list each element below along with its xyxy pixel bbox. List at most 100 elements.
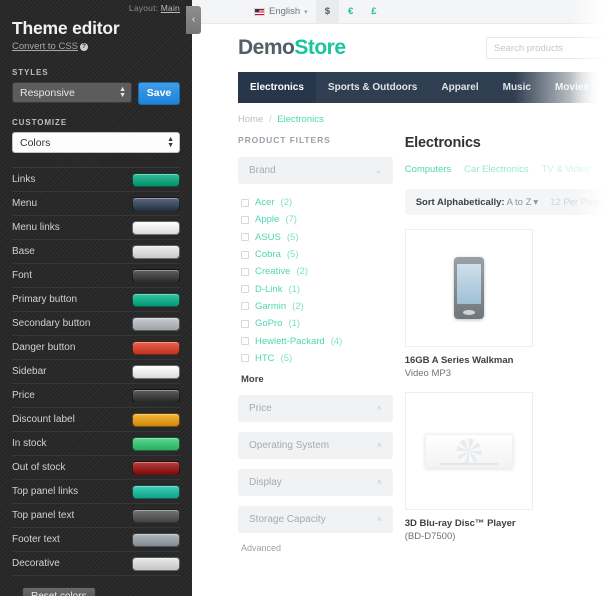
color-swatch[interactable] — [132, 268, 180, 283]
search-input[interactable]: Search products — [486, 37, 614, 59]
color-swatch[interactable] — [132, 172, 180, 187]
filter-section-operating-system[interactable]: Operating System ˄ — [238, 431, 393, 459]
store-logo[interactable]: DemoStore — [238, 36, 346, 60]
checkbox-icon[interactable] — [241, 354, 249, 363]
product-card[interactable]: 3D Blu-ray Disc™ Player (BD-D7500) — [404, 392, 614, 543]
currency-option[interactable]: £ — [362, 0, 385, 23]
brand-filter-item[interactable]: D-Link (1) — [241, 280, 393, 297]
product-filters-heading: PRODUCT FILTERS — [238, 135, 331, 145]
per-page-selector[interactable]: 12 Per Page — [550, 197, 603, 208]
chevron-down-icon: ▾ — [304, 8, 308, 16]
nav-item-movies-tv[interactable]: Movies & TV — [543, 72, 614, 103]
brand-filter-item[interactable]: HTC (5) — [241, 350, 393, 367]
nav-item-sports-outdoors[interactable]: Sports & Outdoors — [316, 72, 429, 103]
save-button[interactable]: Save — [138, 82, 180, 105]
color-swatch[interactable] — [132, 292, 180, 307]
chevron-up-icon: ˄ — [377, 477, 382, 487]
customize-select[interactable]: Colors ▲ ▼ — [12, 132, 180, 153]
color-setting-row: Font — [12, 264, 180, 288]
checkbox-icon[interactable] — [241, 285, 249, 294]
color-swatch[interactable] — [132, 412, 180, 427]
brand-more-link[interactable]: More — [241, 374, 393, 385]
style-select[interactable]: Responsive ▲ ▼ — [12, 82, 132, 103]
filter-section-display[interactable]: Display ˄ — [238, 468, 393, 496]
color-setting-label: Top panel text — [12, 510, 75, 521]
color-swatch[interactable] — [132, 436, 180, 451]
nav-item-apparel[interactable]: Apparel — [429, 72, 490, 103]
advanced-filters-link[interactable]: Advanced — [241, 543, 393, 553]
breadcrumb-current[interactable]: Electronics — [277, 114, 323, 125]
sort-label: Sort Alphabetically: — [415, 196, 505, 208]
checkbox-icon[interactable] — [241, 198, 249, 207]
brand-count: (4) — [330, 335, 343, 347]
color-setting-row: Top panel text — [12, 504, 180, 528]
brand-filter-item[interactable]: Creative (2) — [241, 263, 393, 280]
color-setting-label: Secondary button — [12, 318, 91, 329]
checkbox-icon[interactable] — [241, 215, 249, 224]
color-swatch[interactable] — [132, 460, 180, 475]
brand-name: Apple — [255, 214, 280, 226]
brand-filter-item[interactable]: ASUS (5) — [241, 229, 393, 246]
reset-colors-button[interactable]: Reset colors — [22, 587, 96, 596]
color-swatch[interactable] — [132, 388, 180, 403]
subcategory-tab[interactable]: TV & Video — [542, 164, 590, 175]
theme-editor-screen: Layout: Main Theme editor Convert to CSS… — [0, 0, 614, 596]
brand-filter-item[interactable]: Cobra (5) — [241, 246, 393, 263]
store-header: DemoStore Search products — [192, 24, 614, 72]
color-swatch[interactable] — [132, 196, 180, 211]
color-swatch[interactable] — [132, 508, 180, 523]
breadcrumb-separator: / — [268, 114, 272, 125]
convert-to-css-row: Convert to CSS? — [12, 41, 180, 52]
filter-section-label: Operating System — [249, 439, 330, 451]
brand-name: GoPro — [255, 318, 283, 330]
color-setting-row: Danger button — [12, 336, 180, 360]
checkbox-icon[interactable] — [241, 319, 249, 328]
collapse-panel-button[interactable]: ‹ — [186, 6, 201, 34]
checkbox-icon[interactable] — [241, 267, 249, 276]
checkbox-icon[interactable] — [241, 337, 249, 346]
checkbox-icon[interactable] — [241, 250, 249, 259]
checkbox-icon[interactable] — [241, 302, 249, 311]
color-swatch[interactable] — [132, 484, 180, 499]
color-swatch[interactable] — [132, 340, 180, 355]
layout-link[interactable]: Main — [161, 3, 180, 13]
brand-filter-item[interactable]: Acer (2) — [241, 194, 393, 211]
breadcrumb-home[interactable]: Home — [238, 114, 263, 125]
color-setting-label: Base — [12, 246, 35, 257]
color-swatch[interactable] — [132, 244, 180, 259]
reset-colors-row: Reset colors — [12, 576, 180, 596]
filter-section-storage-capacity[interactable]: Storage Capacity ˄ — [238, 505, 393, 533]
filter-section-brand[interactable]: Brand ⌄ — [238, 157, 393, 184]
subcategory-tab[interactable]: Car Electronics — [464, 164, 528, 175]
color-swatch[interactable] — [132, 220, 180, 235]
color-setting-label: Decorative — [12, 558, 60, 569]
currency-option[interactable]: € — [339, 0, 362, 23]
color-swatch[interactable] — [132, 316, 180, 331]
color-setting-label: Font — [12, 270, 33, 281]
language-selector[interactable]: English ▾ — [246, 0, 316, 23]
filter-section-price[interactable]: Price ˄ — [238, 394, 393, 422]
brand-name: Acer — [255, 197, 275, 209]
color-swatch[interactable] — [132, 364, 180, 379]
product-filters-sidebar: PRODUCT FILTERS Brand ⌄ Acer (2) Apple (7) A… — [238, 135, 405, 555]
color-setting-label: Discount label — [12, 414, 75, 425]
color-swatch[interactable] — [132, 556, 180, 571]
filter-sections: Price ˄ Operating System ˄ Display ˄ Storage C… — [238, 394, 393, 533]
color-swatch[interactable] — [132, 532, 180, 547]
brand-filter-item[interactable]: Hewlett-Packard (4) — [241, 332, 393, 349]
brand-filter-item[interactable]: Apple (7) — [241, 211, 393, 228]
nav-item-music[interactable]: Music — [491, 72, 543, 103]
sort-value[interactable]: A to Z — [507, 197, 532, 208]
product-title-bold: 16GB A Series Walkman — [404, 355, 514, 366]
subcategory-tab[interactable]: Computers — [405, 164, 451, 175]
currency-option[interactable]: $ — [315, 0, 339, 23]
brand-filter-item[interactable]: GoPro (1) — [241, 315, 393, 332]
checkbox-icon[interactable] — [241, 233, 249, 242]
product-title-rest: (BD-D7500) — [404, 530, 456, 542]
convert-to-css-link[interactable]: Convert to CSS — [12, 41, 78, 52]
nav-item-electronics[interactable]: Electronics — [238, 72, 316, 103]
product-card[interactable]: 16GB A Series Walkman Video MP3 — [404, 229, 614, 380]
help-icon[interactable]: ? — [80, 43, 88, 51]
product-title: 3D Blu-ray Disc™ Player (BD-D7500) — [405, 518, 533, 543]
brand-filter-item[interactable]: Garmin (2) — [241, 298, 393, 315]
